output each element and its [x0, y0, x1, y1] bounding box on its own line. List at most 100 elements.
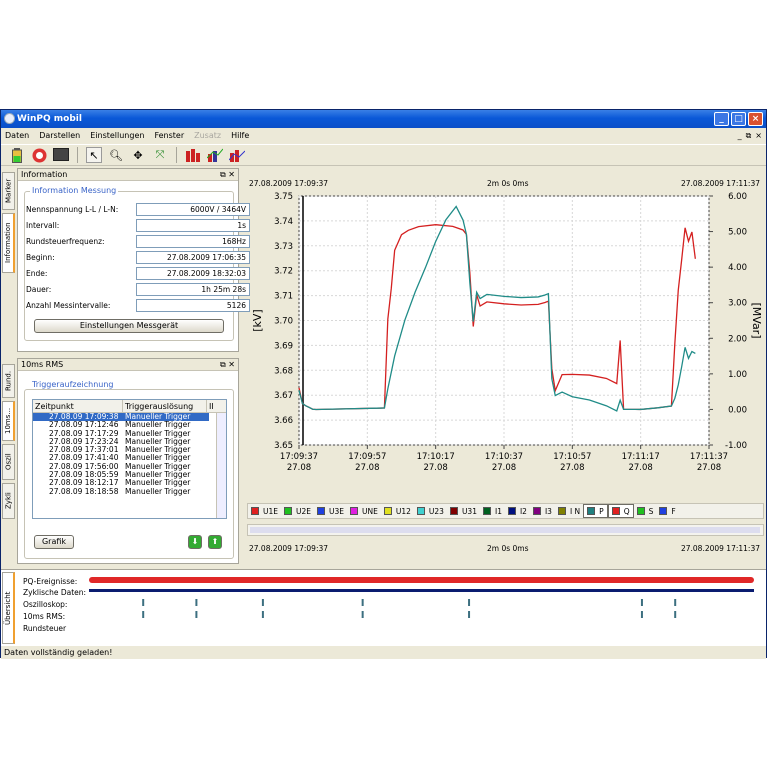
legend-item[interactable]: U23 [414, 504, 447, 518]
grafik-button[interactable]: Grafik [34, 535, 74, 549]
legend-item[interactable]: U2E [281, 504, 314, 518]
chart-end-time: 27.08.2009 17:11:37 [680, 179, 760, 188]
y2-tick-label: 6.00 [728, 192, 747, 202]
mdi-minimize-button[interactable]: _ [738, 129, 742, 143]
tab-uebersicht[interactable]: Übersicht [2, 572, 15, 644]
legend-item[interactable]: I2 [505, 504, 530, 518]
info-row: Nennspannung L-L / L-N: 6000V / 3464V [26, 203, 250, 217]
column-ii[interactable]: II [207, 400, 223, 412]
y-tick-label: 3.71 [274, 292, 293, 302]
tab-rund[interactable]: Rund. [2, 364, 15, 398]
overview-mark[interactable] [468, 599, 471, 606]
legend-item[interactable]: UNE [347, 504, 381, 518]
overview-mark[interactable] [674, 611, 677, 618]
pq-events-bar[interactable] [89, 577, 754, 583]
mdi-restore-button[interactable]: ⧉ [746, 129, 752, 143]
y2-tick-label: 1.00 [728, 370, 747, 380]
overview-mark[interactable] [195, 611, 198, 618]
overview-mark[interactable] [142, 599, 145, 606]
legend-item[interactable]: P [583, 504, 608, 518]
scroll-thumb[interactable] [250, 527, 760, 533]
overview-mark[interactable] [361, 599, 364, 606]
overview-mark[interactable] [674, 599, 677, 606]
legend-item[interactable]: U31 [447, 504, 480, 518]
monitor-icon[interactable] [53, 147, 69, 163]
x-tick-date: 27.08 [287, 463, 311, 473]
legend-label: U23 [428, 506, 444, 516]
chart-red-icon[interactable] [185, 147, 201, 163]
legend-item[interactable]: Q [607, 504, 634, 518]
overview-mark[interactable] [640, 599, 643, 606]
tab-zykli[interactable]: Zykli [2, 483, 15, 519]
info-value: 168Hz [136, 235, 250, 248]
line-chart[interactable]: 3.75 3.74 3.73 3.72 3.71 3.70 3.69 3.68 3.67 3.66… [247, 190, 764, 502]
column-zeitpunkt[interactable]: Zeitpunkt [33, 400, 123, 412]
menu-einstellungen[interactable]: Einstellungen [90, 129, 144, 143]
y-axis-label: [kV] [251, 309, 264, 331]
tab-information[interactable]: Information [2, 213, 15, 273]
x-tick-date: 27.08 [423, 463, 447, 473]
panel-controls[interactable]: ⧉ ✕ [220, 359, 235, 371]
settings-device-button[interactable]: Einstellungen Messgerät [34, 319, 224, 333]
information-group-label: Information Messung [30, 186, 119, 195]
cyclic-data-bar[interactable] [89, 589, 754, 592]
tab-marker[interactable]: Marker [2, 172, 15, 210]
info-value: 27.08.2009 17:06:35 [136, 251, 250, 264]
overview-mark[interactable] [640, 611, 643, 618]
legend-label: U31 [461, 506, 477, 516]
tab-oszil[interactable]: Oszil [2, 444, 15, 480]
minimize-button[interactable]: _ [714, 112, 729, 126]
chart-scrollbar[interactable] [247, 524, 764, 536]
close-button[interactable]: × [748, 112, 763, 126]
zoom-icon[interactable]: 🔍︎ [108, 147, 124, 163]
arrow-down-icon[interactable]: ⬇ [188, 535, 202, 549]
pan-icon[interactable]: ✥ [130, 147, 146, 163]
legend-item[interactable]: S [634, 504, 657, 518]
legend-item[interactable]: I N [555, 504, 583, 518]
overview-mark[interactable] [195, 599, 198, 606]
legend-label: UNE [362, 506, 378, 516]
information-panel-title: Information [21, 170, 68, 179]
legend-item[interactable]: U1E [248, 504, 281, 518]
x-tick-label: 17:10:37 [485, 452, 523, 462]
legend-item[interactable]: I1 [480, 504, 505, 518]
overview-mark[interactable] [261, 611, 264, 618]
legend-item[interactable]: U3E [314, 504, 347, 518]
maximize-button[interactable]: □ [731, 112, 746, 126]
menu-darstellen[interactable]: Darstellen [39, 129, 80, 143]
menu-daten[interactable]: Daten [5, 129, 29, 143]
mdi-close-button[interactable]: × [755, 129, 762, 143]
overview-mark[interactable] [361, 611, 364, 618]
record-icon[interactable] [31, 147, 47, 163]
menu-hilfe[interactable]: Hilfe [231, 129, 249, 143]
column-triggerausloesung[interactable]: Triggerauslösung [123, 400, 207, 412]
legend-label: P [599, 506, 604, 516]
overview-marks [142, 599, 677, 618]
overview-mark[interactable] [142, 611, 145, 618]
chart-duration: 2m 0s 0ms [487, 179, 529, 188]
x-tick-date: 27.08 [697, 463, 721, 473]
pointer-icon[interactable]: ↖ [86, 147, 102, 163]
info-row: Beginn: 27.08.2009 17:06:35 [26, 251, 250, 265]
trigger-row[interactable]: 27.08.09 18:18:58 Manueller Trigger [33, 487, 226, 496]
fit-icon[interactable]: ⤧ [152, 147, 168, 163]
panel-controls[interactable]: ⧉ ✕ [220, 169, 235, 181]
legend-item[interactable]: U12 [381, 504, 414, 518]
trigger-list: Zeitpunkt Triggerauslösung II 27.08.09 1… [32, 399, 227, 519]
chart-blue-icon[interactable] [207, 147, 223, 163]
chart-mixed-icon[interactable] [229, 147, 245, 163]
legend-item[interactable]: F [656, 504, 678, 518]
list-scrollbar[interactable] [216, 413, 226, 518]
menu-fenster[interactable]: Fenster [154, 129, 184, 143]
battery-icon[interactable] [9, 147, 25, 163]
overview-mark[interactable] [468, 611, 471, 618]
information-panel: Information ⧉ ✕ Information Messung Nenn… [17, 168, 250, 352]
overview-mark[interactable] [261, 599, 264, 606]
legend-item[interactable]: I3 [530, 504, 555, 518]
legend-swatch [482, 507, 491, 515]
x-tick-label: 17:10:57 [553, 452, 591, 462]
tab-10ms[interactable]: 10ms... [2, 401, 15, 441]
arrow-up-icon[interactable]: ⬆ [208, 535, 222, 549]
info-row: Dauer: 1h 25m 28s [26, 283, 250, 297]
app-window: WinPQ mobil _ □ × Daten Darstellen Einst… [0, 109, 767, 659]
